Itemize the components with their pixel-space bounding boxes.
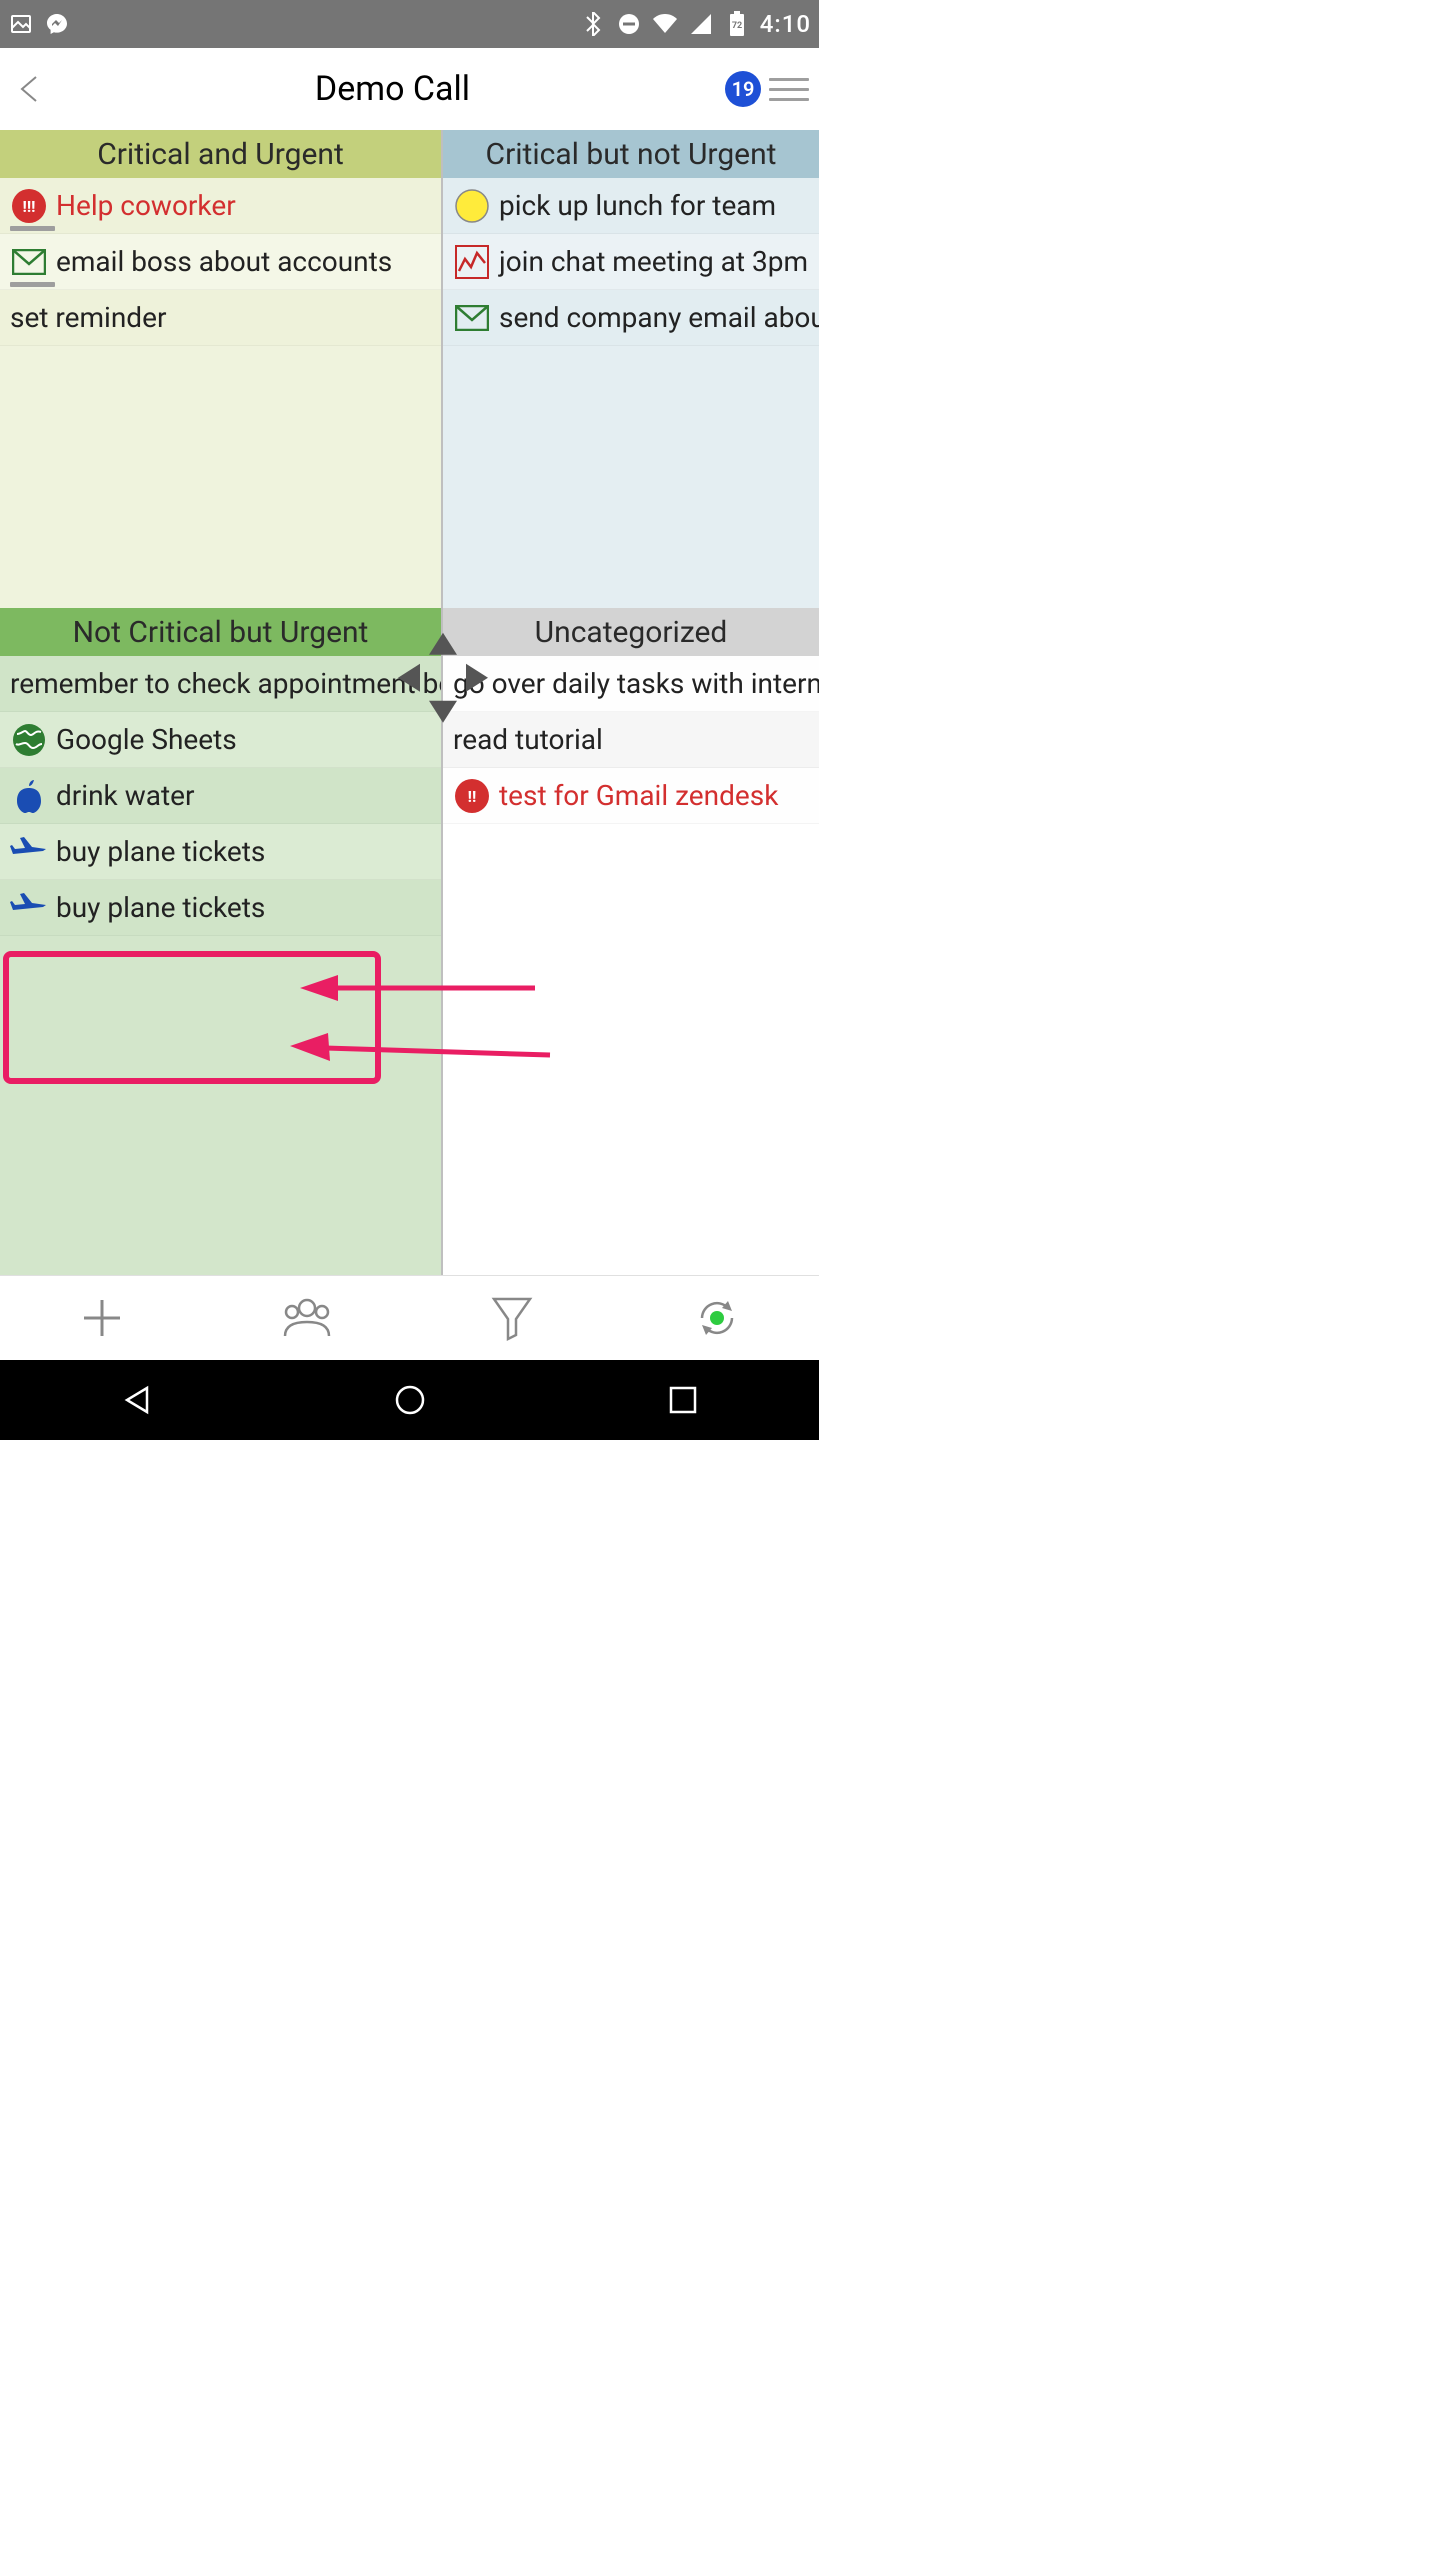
task-label: Google Sheets [56, 723, 237, 756]
task-item[interactable]: join chat meeting at 3pm [443, 234, 819, 290]
back-button[interactable] [0, 59, 60, 119]
filter-button[interactable] [482, 1288, 542, 1348]
svg-text:72: 72 [732, 21, 742, 31]
task-item[interactable]: buy plane tickets [0, 880, 441, 936]
nav-recent-button[interactable] [648, 1380, 718, 1420]
task-item[interactable]: set reminder [0, 290, 441, 346]
task-list: !!! Help coworker email boss about accou… [0, 178, 441, 346]
dnd-icon [616, 11, 642, 37]
page-title: Demo Call [60, 69, 725, 109]
task-label: buy plane tickets [56, 835, 265, 868]
quadrant-header: Not Critical but Urgent [0, 608, 441, 656]
task-item[interactable]: email boss about accounts [0, 234, 441, 290]
bluetooth-icon [580, 11, 606, 37]
bottom-toolbar [0, 1275, 819, 1360]
app-header: Demo Call 19 [0, 48, 819, 130]
quadrant-header: Uncategorized [443, 608, 819, 656]
svg-text:!!: !! [468, 787, 477, 806]
alert-icon: !! [453, 777, 491, 815]
task-item[interactable]: buy plane tickets [0, 824, 441, 880]
svg-text:!!!: !!! [23, 197, 36, 216]
task-item[interactable]: drink water [0, 768, 441, 824]
quadrant-critical-urgent: Critical and Urgent !!! Help coworker em… [0, 130, 443, 608]
android-status-bar: 72 4:10 [0, 0, 819, 48]
task-item[interactable]: remember to check appointment bo [0, 656, 441, 712]
task-item[interactable]: read tutorial [443, 712, 819, 768]
task-item[interactable]: !! test for Gmail zendesk [443, 768, 819, 824]
task-label: join chat meeting at 3pm [499, 245, 808, 278]
messenger-icon [44, 11, 70, 37]
people-button[interactable] [277, 1288, 337, 1348]
quadrant-header: Critical but not Urgent [443, 130, 819, 178]
task-label: remember to check appointment bo [10, 667, 441, 700]
header-right: 19 [725, 69, 819, 109]
dot-icon [453, 187, 491, 225]
task-item[interactable]: go over daily tasks with intern [443, 656, 819, 712]
wifi-icon [652, 11, 678, 37]
task-list: go over daily tasks with intern read tut… [443, 656, 819, 824]
task-list: remember to check appointment bo Google … [0, 656, 441, 936]
plane-icon [10, 889, 48, 927]
task-label: pick up lunch for team [499, 189, 776, 222]
progress-bar [10, 226, 55, 231]
nav-back-button[interactable] [102, 1380, 172, 1420]
quadrant-uncategorized: Uncategorized go over daily tasks with i… [443, 608, 819, 1275]
task-label: set reminder [10, 301, 166, 334]
task-item[interactable]: pick up lunch for team [443, 178, 819, 234]
task-item[interactable]: !!! Help coworker [0, 178, 441, 234]
battery-icon: 72 [724, 11, 750, 37]
quadrant-header: Critical and Urgent [0, 130, 441, 178]
add-button[interactable] [72, 1288, 132, 1348]
gallery-icon [8, 11, 34, 37]
task-label: email boss about accounts [56, 245, 392, 278]
status-time: 4:10 [760, 10, 811, 38]
mail-icon [10, 243, 48, 281]
task-label: send company email about [499, 301, 819, 334]
priority-grid: Critical and Urgent !!! Help coworker em… [0, 130, 819, 1275]
mail-icon [453, 299, 491, 337]
android-nav-bar [0, 1360, 819, 1440]
sync-button[interactable] [687, 1288, 747, 1348]
menu-button[interactable] [769, 69, 809, 109]
status-left [8, 11, 70, 37]
progress-bar [10, 282, 55, 287]
quadrant-not-critical-urgent: Not Critical but Urgent remember to chec… [0, 608, 443, 1275]
chart-icon [453, 243, 491, 281]
nav-home-button[interactable] [375, 1380, 445, 1420]
task-label: drink water [56, 779, 194, 812]
plane-icon [10, 833, 48, 871]
cell-icon [688, 11, 714, 37]
notification-badge[interactable]: 19 [725, 71, 761, 107]
apple-icon [10, 777, 48, 815]
task-label: go over daily tasks with intern [453, 667, 819, 700]
task-item[interactable]: Google Sheets [0, 712, 441, 768]
quadrant-critical-not-urgent: Critical but not Urgent pick up lunch fo… [443, 130, 819, 608]
status-right: 72 4:10 [580, 10, 811, 38]
task-label: read tutorial [453, 723, 603, 756]
task-list: pick up lunch for team join chat meeting… [443, 178, 819, 346]
task-label: buy plane tickets [56, 891, 265, 924]
alert-icon: !!! [10, 187, 48, 225]
task-item[interactable]: send company email about [443, 290, 819, 346]
task-label: test for Gmail zendesk [499, 779, 778, 812]
task-label: Help coworker [56, 189, 236, 222]
globe-icon [10, 721, 48, 759]
